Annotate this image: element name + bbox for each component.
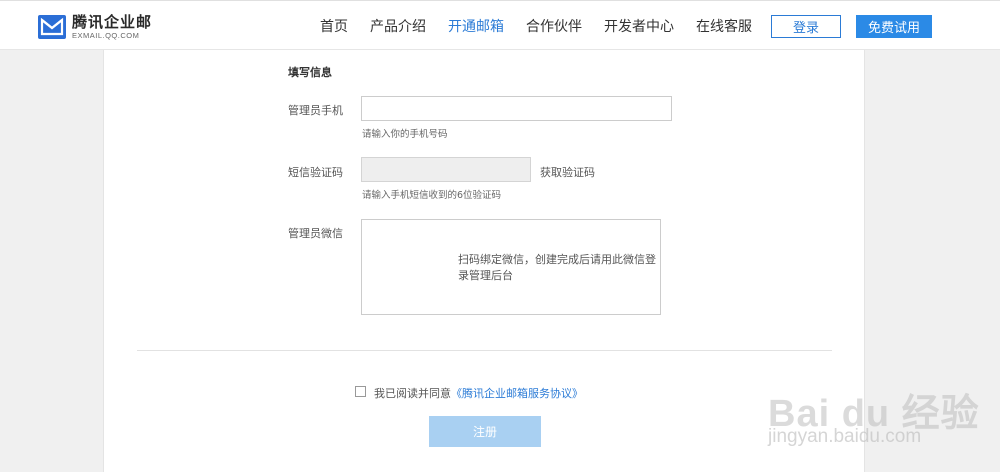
- wechat-qr-instructions: 扫码绑定微信，创建完成后请用此微信登录管理后台: [458, 253, 656, 282]
- sms-code-label: 短信验证码: [288, 166, 343, 179]
- nav-products[interactable]: 产品介绍: [370, 16, 426, 36]
- nav-online-support[interactable]: 在线客服: [696, 16, 752, 36]
- login-button[interactable]: 登录: [771, 15, 841, 38]
- free-trial-button[interactable]: 免费试用: [856, 15, 932, 38]
- sms-code-input[interactable]: [361, 157, 531, 182]
- mail-logo-icon: [38, 15, 66, 39]
- section-title: 填写信息: [288, 66, 332, 79]
- divider: [137, 350, 832, 351]
- phone-hint: 请输入你的手机号码: [362, 129, 448, 140]
- top-navbar: 腾讯企业邮 EXMAIL.QQ.COM 首页 产品介绍 开通邮箱 合作伙伴 开发…: [0, 0, 1000, 50]
- phone-input[interactable]: [361, 96, 672, 121]
- logo[interactable]: 腾讯企业邮 EXMAIL.QQ.COM: [38, 13, 152, 41]
- wechat-label: 管理员微信: [288, 227, 343, 240]
- nav-developer-center[interactable]: 开发者中心: [604, 16, 674, 36]
- sms-code-hint: 请输入手机短信收到的6位验证码: [362, 190, 502, 201]
- nav-open-mailbox[interactable]: 开通邮箱: [448, 16, 504, 36]
- nav-partners[interactable]: 合作伙伴: [526, 16, 582, 36]
- main-nav: 首页 产品介绍 开通邮箱 合作伙伴 开发者中心 在线客服: [320, 1, 774, 51]
- logo-subtitle: EXMAIL.QQ.COM: [72, 30, 140, 40]
- phone-label: 管理员手机: [288, 104, 343, 117]
- agree-label: 我已阅读并同意: [374, 387, 451, 400]
- get-code-link[interactable]: 获取验证码: [540, 164, 595, 180]
- agree-text: 我已阅读并同意《腾讯企业邮箱服务协议》: [374, 385, 583, 401]
- agree-checkbox[interactable]: [355, 386, 366, 397]
- register-button[interactable]: 注册: [429, 416, 541, 447]
- logo-title: 腾讯企业邮: [72, 12, 153, 31]
- nav-home[interactable]: 首页: [320, 16, 348, 36]
- service-agreement-link[interactable]: 《腾讯企业邮箱服务协议》: [451, 387, 583, 400]
